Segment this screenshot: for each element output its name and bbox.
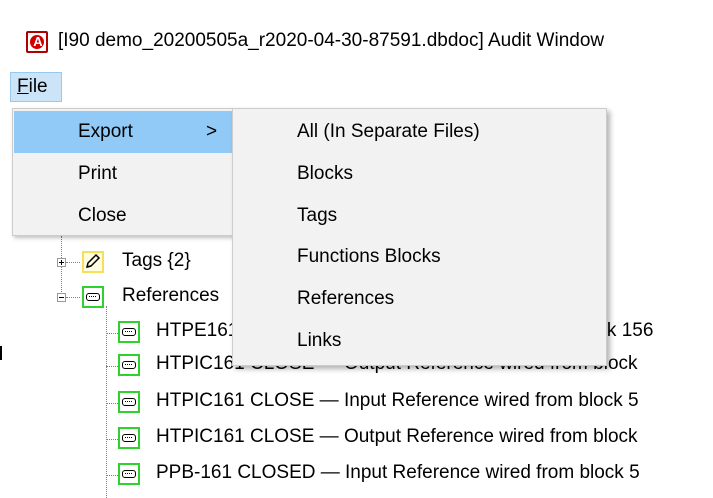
export-submenu: All (In Separate Files) Blocks Tags Func… [232, 108, 607, 366]
reference-icon [118, 321, 140, 343]
submenu-item-tags[interactable]: Tags [297, 205, 337, 227]
reference-icon [118, 463, 140, 485]
collapse-references-toggle[interactable] [57, 293, 66, 302]
menu-item-close-label: Close [78, 205, 127, 226]
tree-node-references[interactable]: References [122, 285, 219, 307]
tree-node-reference[interactable]: PPB-161 CLOSED — Input Reference wired f… [156, 462, 640, 484]
reference-icon [118, 427, 140, 449]
file-menu-accel: F [17, 76, 29, 97]
menu-item-export[interactable]: Export > [14, 111, 232, 153]
submenu-item-blocks[interactable]: Blocks [297, 163, 353, 185]
app-icon[interactable] [26, 31, 48, 53]
submenu-item-links[interactable]: Links [297, 330, 341, 352]
tree-node-tags[interactable]: Tags {2} [122, 250, 191, 272]
submenu-item-references[interactable]: References [297, 288, 394, 310]
submenu-item-all[interactable]: All (In Separate Files) [297, 121, 480, 143]
menu-bar [0, 68, 713, 104]
reference-icon [118, 391, 140, 413]
menu-item-print-label: Print [78, 163, 118, 184]
tree-node-reference[interactable]: HTPIC161 CLOSE — Input Reference wired f… [156, 390, 639, 412]
title-bar: [I90 demo_20200505a_r2020-04-30-87591.db… [0, 0, 713, 68]
tree-guide-line [66, 262, 80, 263]
reference-icon [82, 286, 104, 308]
menu-item-close[interactable]: Close [14, 195, 232, 237]
tag-icon [82, 251, 104, 273]
menu-item-print[interactable]: Print [14, 153, 232, 195]
window-edge [0, 346, 2, 360]
tree-node-reference[interactable]: HTPIC161 CLOSE — Output Reference wired … [156, 426, 638, 448]
file-menu-label: ile [28, 76, 48, 97]
tree-guide-line [66, 297, 80, 298]
file-menu-button[interactable]: File [10, 72, 62, 102]
reference-icon [118, 354, 140, 376]
submenu-arrow-icon: > [206, 121, 218, 142]
file-dropdown-menu: Export > Print Close [12, 108, 234, 236]
menu-item-export-label: Export [78, 121, 133, 142]
window-title: [I90 demo_20200505a_r2020-04-30-87591.db… [58, 30, 605, 51]
expand-tags-toggle[interactable] [57, 258, 66, 267]
tree-guide-line [106, 306, 107, 498]
submenu-item-function-blocks[interactable]: Functions Blocks [297, 246, 441, 268]
